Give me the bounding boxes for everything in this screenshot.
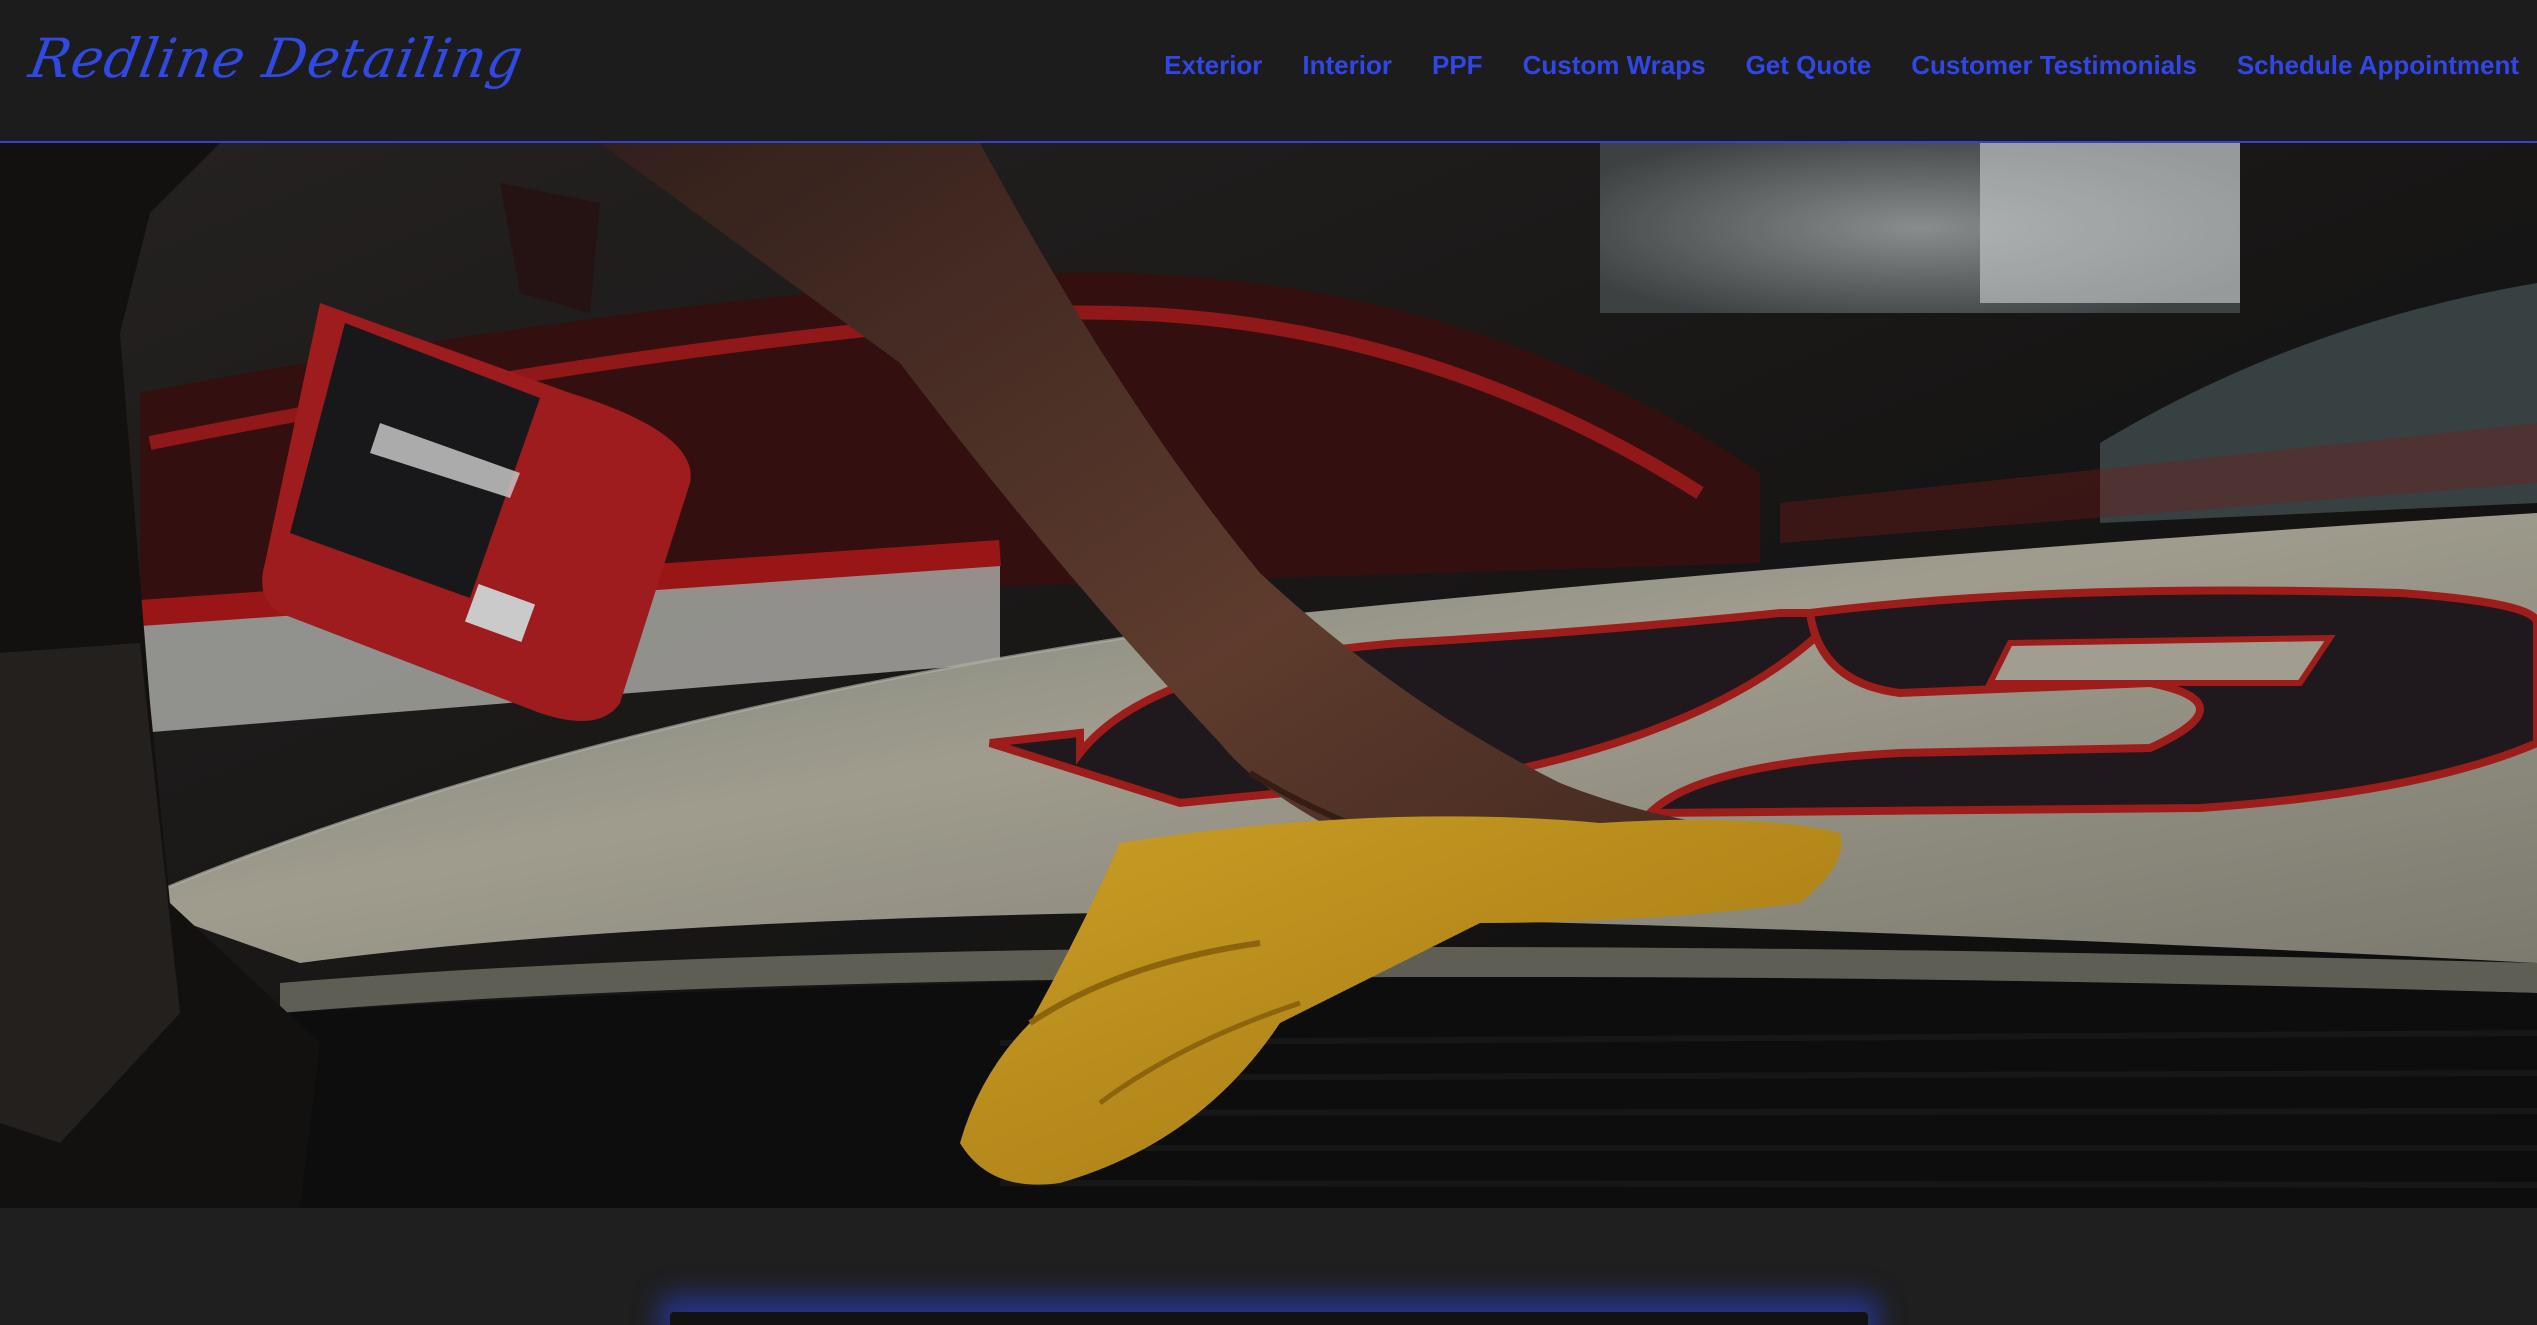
nav-link-exterior[interactable]: Exterior [1164,50,1262,81]
content-section [0,1208,2537,1325]
hero-photo [0,143,2537,1208]
nav-link-schedule-appointment[interactable]: Schedule Appointment [2237,50,2519,81]
nav-link-get-quote[interactable]: Get Quote [1746,50,1872,81]
nav-link-customer-testimonials[interactable]: Customer Testimonials [1911,50,2197,81]
main-nav: Exterior Interior PPF Custom Wraps Get Q… [1164,50,2519,81]
page: Redline Detailing Exterior Interior PPF … [0,0,2537,1325]
brand-logo[interactable]: Redline Detailing [25,27,529,90]
nav-link-interior[interactable]: Interior [1302,50,1392,81]
glowing-card [670,1312,1868,1325]
nav-link-ppf[interactable]: PPF [1432,50,1483,81]
navbar: Redline Detailing Exterior Interior PPF … [0,0,2537,143]
nav-link-custom-wraps[interactable]: Custom Wraps [1523,50,1706,81]
hero-image [0,143,2537,1208]
